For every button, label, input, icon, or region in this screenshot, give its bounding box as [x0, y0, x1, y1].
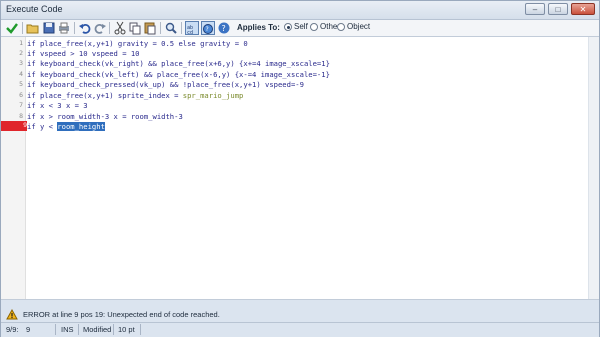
error-line-marker: 9: [1, 121, 27, 131]
undo-icon[interactable]: [78, 21, 92, 35]
ok-checkmark-icon[interactable]: [5, 21, 19, 35]
error-message: ERROR at line 9 pos 19: Unexpected end o…: [23, 310, 220, 319]
radio-other[interactable]: Other: [310, 22, 340, 31]
insert-mode: INS: [61, 325, 74, 334]
execute-code-window: Execute Code – □ ✕ ab cd ? ? Applies To:…: [0, 0, 600, 337]
code-line: if keyboard_check(vk_right) && place_fre…: [27, 59, 330, 68]
code-line: if keyboard_check(vk_left) && place_free…: [27, 70, 330, 79]
line-number: 3: [19, 59, 23, 67]
line-number: 6: [19, 91, 23, 99]
status-bar: 9/9: 9 INS Modified 10 pt: [1, 322, 599, 337]
selected-text: room_height: [57, 122, 105, 131]
code-text: if y <: [27, 122, 58, 131]
open-folder-icon[interactable]: [26, 21, 40, 35]
code-line: if place_free(x,y+1) sprite_index = spr_…: [27, 91, 243, 100]
cursor-column: 9: [26, 325, 31, 334]
cursor-line: 9/9:: [6, 325, 19, 334]
font-size: 10 pt: [118, 325, 135, 334]
code-line: if x < 3 x = 3: [27, 101, 88, 110]
svg-text:?: ?: [206, 26, 209, 33]
status-divider: [113, 324, 114, 335]
copy-icon[interactable]: [128, 21, 142, 35]
minimize-button[interactable]: –: [525, 3, 545, 15]
code-editor[interactable]: 1 2 3 4 5 6 7 8 9 if place_free(x,y+1) g…: [1, 37, 599, 300]
code-line: if place_free(x,y+1) gravity = 0.5 else …: [27, 39, 248, 48]
toolbar-divider: [181, 22, 182, 34]
code-line: if y < room_height: [27, 122, 105, 131]
warning-icon: [6, 308, 18, 322]
applies-to-label: Applies To:: [237, 23, 280, 32]
window-controls: – □ ✕: [525, 3, 595, 15]
radio-self-label: Self: [294, 22, 308, 31]
help-icon[interactable]: ?: [217, 21, 231, 35]
line-number: 2: [19, 49, 23, 57]
radio-object-label: Object: [347, 22, 371, 31]
vertical-scrollbar[interactable]: [588, 37, 599, 299]
svg-text:?: ?: [222, 24, 226, 33]
color-syntax-icon[interactable]: ?: [201, 21, 215, 35]
sprite-resource-name: spr_mario_jump: [182, 91, 244, 100]
toolbar-divider: [109, 22, 110, 34]
line-number: 4: [19, 70, 23, 78]
code-line: if x > room_width-3 x = room_width-3: [27, 112, 183, 121]
radio-self-dot[interactable]: [284, 22, 292, 31]
error-bar: ERROR at line 9 pos 19: Unexpected end o…: [1, 308, 599, 321]
radio-object-dot[interactable]: [337, 22, 345, 31]
close-button[interactable]: ✕: [571, 3, 595, 15]
syntax-check-icon[interactable]: ab cd: [185, 21, 199, 36]
status-divider: [78, 324, 79, 335]
search-icon[interactable]: [164, 21, 178, 35]
line-number-gutter: 1 2 3 4 5 6 7 8 9: [1, 37, 27, 299]
status-divider: [55, 324, 56, 335]
line-number: 5: [19, 80, 23, 88]
radio-other-dot[interactable]: [310, 22, 318, 31]
radio-object[interactable]: Object: [337, 22, 370, 31]
line-number: 7: [19, 101, 23, 109]
code-line: if keyboard_check_pressed(vk_up) && !pla…: [27, 80, 304, 89]
save-icon[interactable]: [42, 21, 56, 35]
code-line: if vspeed > 10 vspeed = 10: [27, 49, 140, 58]
paste-icon[interactable]: [143, 21, 157, 35]
status-divider: [140, 324, 141, 335]
print-icon[interactable]: [57, 21, 71, 35]
radio-self[interactable]: Self: [284, 22, 308, 31]
toolbar-divider: [22, 22, 23, 34]
line-number: 8: [19, 112, 23, 120]
toolbar: ab cd ? ? Applies To: Self Other Object: [1, 20, 599, 37]
line-number: 1: [19, 39, 23, 47]
cut-icon[interactable]: [113, 21, 127, 35]
toolbar-divider: [160, 22, 161, 34]
window-title: Execute Code: [6, 4, 63, 14]
toolbar-divider: [74, 22, 75, 34]
maximize-button[interactable]: □: [548, 3, 568, 15]
redo-icon[interactable]: [93, 21, 107, 35]
title-bar: Execute Code – □ ✕: [1, 1, 599, 20]
modified-state: Modified: [83, 325, 112, 334]
code-text: if place_free(x,y+1) sprite_index =: [27, 91, 183, 100]
svg-text:cd: cd: [187, 30, 193, 35]
